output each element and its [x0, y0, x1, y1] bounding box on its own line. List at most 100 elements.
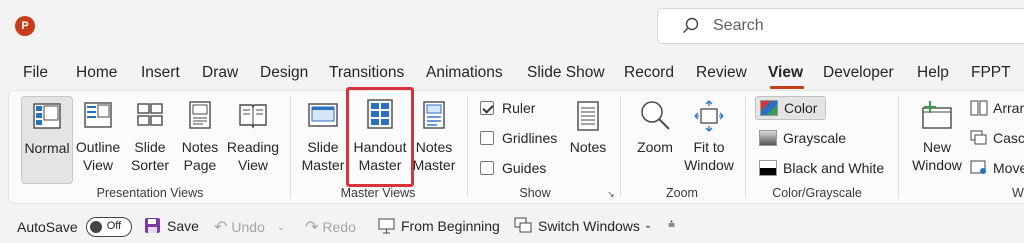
magnifier-icon [641, 101, 670, 130]
group-divider [898, 96, 899, 198]
tab-view[interactable]: View [768, 64, 803, 82]
redo-icon: ↷ [305, 219, 319, 236]
ruler-checkbox-box[interactable] [480, 101, 494, 115]
ruler-label: Ruler [502, 100, 536, 116]
outline-view-button[interactable]: Outline View [74, 96, 122, 184]
presentation-icon [378, 218, 395, 234]
group-label-window: W [1012, 186, 1024, 200]
group-divider [745, 96, 746, 198]
reading-view-label-1: Reading [226, 139, 280, 155]
autosave-toggle[interactable]: AutoSave Off [17, 217, 132, 237]
save-label: Save [167, 217, 199, 234]
slide-sorter-icon [137, 103, 163, 126]
tab-review[interactable]: Review [696, 64, 747, 82]
tab-file[interactable]: File [23, 64, 48, 82]
handout-master-button[interactable]: Handout Master [346, 87, 414, 187]
switch-windows-label: Switch Windows [538, 217, 640, 234]
guides-checkbox[interactable]: Guides [480, 160, 546, 176]
color-button[interactable]: Color [755, 96, 826, 120]
arrange-all-icon [970, 100, 988, 116]
cascade-button[interactable]: Casc [970, 130, 1024, 146]
new-window-icon [922, 101, 952, 129]
from-beginning-button[interactable]: From Beginning [378, 217, 500, 234]
slide-master-icon [308, 103, 338, 127]
fit-to-window-icon [694, 100, 724, 132]
fit-to-window-button[interactable]: Fit to Window [682, 96, 736, 184]
zoom-label: Zoom [637, 139, 673, 155]
tab-slide-show[interactable]: Slide Show [527, 64, 605, 82]
notes-page-label-1: Notes [181, 139, 219, 155]
cascade-icon [970, 130, 987, 145]
notes-page-label-2: Page [183, 157, 217, 173]
color-icon [760, 100, 778, 116]
tab-developer[interactable]: Developer [823, 64, 894, 82]
guides-label: Guides [502, 160, 547, 176]
undo-dropdown-icon[interactable]: ⌄ [277, 222, 285, 233]
reading-view-button[interactable]: Reading View [225, 96, 281, 184]
dialog-launcher-icon[interactable]: ↘ [607, 189, 615, 200]
redo-button[interactable]: ↷ Redo [305, 217, 356, 237]
tab-home[interactable]: Home [76, 64, 117, 82]
switch-windows-button[interactable]: Switch Windows ⌄ [514, 217, 652, 234]
slide-sorter-label-1: Slide [134, 139, 166, 155]
group-divider [290, 96, 291, 198]
autosave-label: AutoSave [17, 219, 78, 235]
quick-access-toolbar: AutoSave Off Save ↶ Undo ⌄ ↷ Redo From B… [0, 207, 1024, 243]
tab-help[interactable]: Help [917, 64, 949, 82]
fit-to-window-label-1: Fit to [693, 139, 725, 155]
tab-record[interactable]: Record [624, 64, 674, 82]
undo-icon: ↶ [214, 219, 228, 236]
guides-checkbox-box[interactable] [480, 161, 494, 175]
move-split-label: Move [993, 160, 1024, 176]
autosave-switch[interactable]: Off [85, 217, 132, 237]
outline-view-label-1: Outline [75, 139, 121, 155]
undo-button[interactable]: ↶ Undo ⌄ [214, 217, 285, 237]
fit-to-window-label-2: Window [684, 157, 734, 173]
active-tab-indicator [770, 86, 804, 89]
group-label-presentation-views: Presentation Views [96, 186, 204, 200]
handout-master-label-1: Handout [353, 139, 407, 155]
handout-master-label-2: Master [358, 157, 402, 173]
black-and-white-button[interactable]: Black and White [759, 160, 884, 176]
zoom-button[interactable]: Zoom [630, 96, 680, 184]
grayscale-icon [759, 130, 777, 146]
tab-fppt[interactable]: FPPT [971, 64, 1011, 82]
outline-view-icon [84, 102, 112, 128]
tab-animations[interactable]: Animations [426, 64, 503, 82]
handout-master-icon [367, 99, 393, 129]
notes-page-button[interactable]: Notes Page [177, 96, 223, 184]
customize-qat-icon[interactable]: ⩮ [668, 217, 675, 232]
group-divider [620, 96, 621, 198]
black-and-white-icon [759, 160, 777, 176]
chevron-down-icon[interactable]: ⌄ [644, 220, 652, 231]
tab-insert[interactable]: Insert [141, 64, 180, 82]
group-label-master-views: Master Views [340, 186, 416, 200]
move-split-button[interactable]: Move [970, 160, 1024, 176]
notes-master-label-2: Master [412, 157, 456, 173]
arrange-all-label: Arrar [993, 100, 1024, 116]
group-label-color-grayscale: Color/Grayscale [772, 186, 862, 200]
save-button[interactable]: Save [144, 217, 199, 234]
powerpoint-logo-icon[interactable]: P [15, 16, 35, 36]
save-icon [145, 218, 160, 233]
tab-draw[interactable]: Draw [202, 64, 238, 82]
ruler-checkbox[interactable]: Ruler [480, 100, 535, 116]
tab-design[interactable]: Design [260, 64, 308, 82]
new-window-label-2: Window [912, 157, 962, 173]
gridlines-checkbox[interactable]: Gridlines [480, 130, 557, 146]
notes-page-icon [189, 101, 211, 129]
new-window-button[interactable]: New Window [908, 96, 966, 184]
gridlines-checkbox-box[interactable] [480, 131, 494, 145]
outline-view-label-2: View [82, 157, 114, 173]
notes-master-button[interactable]: Notes Master [412, 96, 456, 184]
arrange-all-button[interactable]: Arrar [970, 100, 1024, 116]
notes-button[interactable]: Notes [566, 96, 610, 184]
search-input[interactable]: Search [657, 8, 1024, 44]
slide-master-button[interactable]: Slide Master [298, 96, 348, 184]
grayscale-button[interactable]: Grayscale [759, 130, 846, 146]
new-window-label-1: New [922, 139, 951, 155]
reading-view-label-2: View [237, 157, 269, 173]
normal-view-button[interactable]: Normal [21, 96, 73, 184]
tab-transitions[interactable]: Transitions [329, 64, 404, 82]
slide-sorter-button[interactable]: Slide Sorter [126, 96, 174, 184]
